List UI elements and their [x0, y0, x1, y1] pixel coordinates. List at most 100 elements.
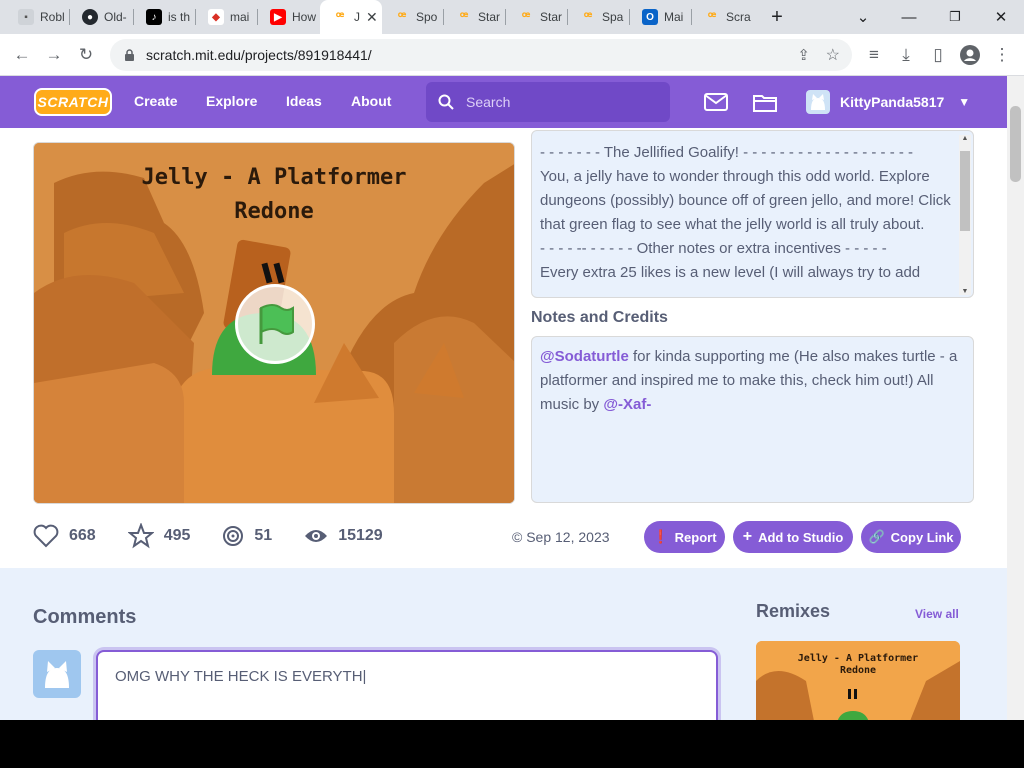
nav-create[interactable]: Create: [134, 93, 178, 109]
close-tab-icon[interactable]: ✕: [366, 9, 378, 26]
bookmark-star-icon[interactable]: ☆: [826, 45, 840, 65]
instructions-box[interactable]: - - - - - - - The Jellified Goalify! - -…: [531, 130, 974, 298]
back-icon[interactable]: ←: [8, 41, 36, 69]
messages-icon[interactable]: [703, 90, 729, 114]
tab-active-scratch[interactable]: ꟹ J ✕: [320, 0, 382, 34]
tab-tiktok[interactable]: ♪ is th: [134, 0, 196, 34]
love-stat[interactable]: 668: [33, 524, 96, 548]
green-flag-icon: [259, 304, 294, 344]
add-to-studio-button[interactable]: + Add to Studio: [733, 521, 853, 553]
search-input[interactable]: Search: [426, 82, 670, 122]
user-avatar: [806, 90, 830, 114]
view-stat: 15129: [304, 527, 383, 545]
tab-label: Scra: [726, 10, 751, 24]
remix-thumbnail[interactable]: Jelly - A Platformer Redone: [756, 641, 960, 720]
scrollbar-thumb[interactable]: [960, 151, 970, 231]
remix-title-line2: Redone: [839, 665, 877, 676]
tab-strip: ▪ Robl ● Old- ♪ is th ◆ mai ▶ How ꟹ J ✕ …: [0, 0, 1024, 34]
green-flag-button[interactable]: [235, 284, 315, 364]
stage-title-line1: Jelly - A Platformer: [141, 165, 407, 190]
chevron-down-icon: ▼: [958, 95, 971, 109]
favorite-stat[interactable]: 495: [127, 523, 190, 549]
my-stuff-folder-icon[interactable]: [752, 90, 778, 114]
instructions-line3: - - - - -- - - - - - Other notes or extr…: [540, 240, 887, 257]
share-date: © Sep 12, 2023: [512, 529, 610, 545]
tab-generic[interactable]: ◆ mai: [196, 0, 258, 34]
nav-explore[interactable]: Explore: [206, 93, 257, 109]
date-text: Sep 12, 2023: [526, 529, 610, 545]
address-bar[interactable]: scratch.mit.edu/projects/891918441/ ⇪ ☆: [110, 39, 852, 71]
tab-youtube[interactable]: ▶ How: [258, 0, 320, 34]
tab-scratch-3[interactable]: ꟹ Star: [444, 0, 506, 34]
copyright-icon: ©: [512, 529, 523, 545]
new-tab-button[interactable]: +: [754, 0, 800, 34]
restore-button[interactable]: ❐: [932, 0, 978, 34]
cat-avatar-icon: [45, 661, 69, 688]
comment-input[interactable]: OMG WHY THE HECK IS EVERYTH|: [96, 650, 718, 720]
star-icon: [127, 523, 154, 549]
report-button[interactable]: ❗ Report: [644, 521, 725, 553]
project-stats: 668 495 51 15129: [33, 520, 415, 552]
project-page: Jelly - A Platformer Redone - - - - - - …: [0, 128, 1007, 720]
remixes-heading: Remixes: [756, 601, 831, 621]
tab-label: mai: [230, 10, 250, 24]
side-panel-icon[interactable]: ▯: [924, 41, 952, 69]
eye-icon: [305, 530, 328, 542]
scratch-logo[interactable]: SCRATCH: [34, 88, 112, 116]
download-icon[interactable]: ⤓: [892, 41, 920, 69]
forward-icon[interactable]: →: [40, 41, 68, 69]
mention-link[interactable]: @Sodaturtle: [540, 348, 629, 365]
mention-link[interactable]: @-Xaf-: [603, 396, 651, 413]
scroll-up-icon[interactable]: ▲: [959, 135, 971, 142]
search-placeholder: Search: [466, 94, 511, 110]
instructions-scrollbar[interactable]: ▲ ▼: [959, 135, 971, 295]
project-stage[interactable]: Jelly - A Platformer Redone: [33, 142, 515, 504]
scratch-favicon-icon: ꟹ: [583, 9, 593, 24]
remix-title-line1: Jelly - A Platformer: [797, 653, 919, 664]
tab-label: Star: [540, 10, 563, 24]
tab-scratch-6[interactable]: ꟹ Scra: [692, 0, 754, 34]
copy-link-button[interactable]: 🔗 Copy Link: [861, 521, 961, 553]
tab-roblox[interactable]: ▪ Robl: [6, 0, 70, 34]
tab-scratch-4[interactable]: ꟹ Star: [506, 0, 568, 34]
tab-label: is th: [168, 10, 191, 24]
alert-icon: ❗: [652, 529, 669, 544]
nav-ideas[interactable]: Ideas: [286, 93, 322, 109]
tab-scratch-2[interactable]: ꟹ Spo: [382, 0, 444, 34]
page-scrollbar[interactable]: [1007, 76, 1024, 720]
profile-icon[interactable]: [956, 41, 984, 69]
tab-label: Mai: [664, 10, 684, 24]
outlook-favicon-icon: O: [642, 9, 658, 25]
page-scrollbar-thumb[interactable]: [1010, 106, 1021, 182]
report-label: Report: [674, 529, 717, 545]
scroll-down-icon[interactable]: ▼: [959, 288, 971, 295]
instructions-line1: - - - - - - - The Jellified Goalify! - -…: [540, 144, 914, 161]
browser-toolbar: ← → ↻ scratch.mit.edu/projects/891918441…: [0, 34, 1024, 76]
remix-icon: [223, 526, 244, 546]
view-all-link[interactable]: View all: [915, 607, 959, 621]
notes-heading: Notes and Credits: [531, 309, 668, 326]
menu-kebab-icon[interactable]: ⋮: [988, 41, 1016, 69]
tiktok-favicon-icon: ♪: [146, 9, 162, 25]
tab-scratch-5[interactable]: ꟹ Spa: [568, 0, 630, 34]
tab-outlook[interactable]: O Mai: [630, 0, 692, 34]
copy-link-label: Copy Link: [890, 529, 954, 545]
tab-search-icon[interactable]: ⌄: [840, 0, 886, 34]
scratch-favicon-icon: ꟹ: [459, 9, 469, 24]
github-favicon-icon: ●: [82, 9, 98, 25]
media-control-icon[interactable]: ≡: [860, 41, 888, 69]
url-text: scratch.mit.edu/projects/891918441/: [146, 47, 372, 63]
tab-label: Star: [478, 10, 501, 24]
nav-about[interactable]: About: [351, 93, 391, 109]
notes-and-credits-box: @Sodaturtle for kinda supporting me (He …: [531, 336, 974, 503]
user-menu[interactable]: KittyPanda5817 ▼: [806, 90, 970, 114]
link-icon: 🔗: [868, 529, 885, 544]
search-icon: [438, 94, 454, 110]
close-window-button[interactable]: ✕: [978, 0, 1024, 34]
tab-github[interactable]: ● Old-: [70, 0, 134, 34]
instructions-line2: You, a jelly have to wonder through this…: [540, 168, 951, 233]
tab-label: How: [292, 10, 317, 24]
share-icon[interactable]: ⇪: [797, 46, 810, 64]
minimize-button[interactable]: —: [886, 0, 932, 34]
reload-icon[interactable]: ↻: [72, 41, 100, 69]
